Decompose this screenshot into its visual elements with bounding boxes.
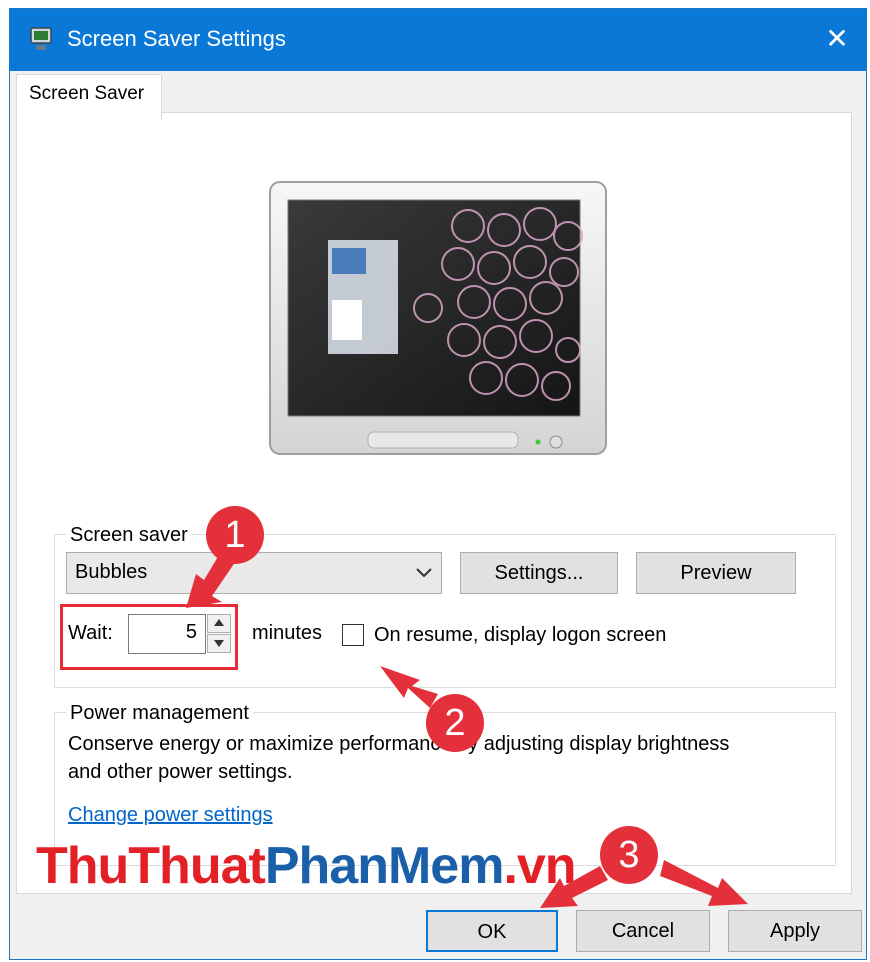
preview-button[interactable]: Preview [636, 552, 796, 594]
wait-minutes-input[interactable]: 5 [128, 614, 206, 654]
settings-button[interactable]: Settings... [460, 552, 618, 594]
spin-up-icon [214, 619, 224, 626]
title-bar: Screen Saver Settings ✕ [10, 9, 866, 71]
resume-logon-label[interactable]: On resume, display logon screen [374, 624, 666, 647]
watermark-logo: ThuThuatPhanMem.vn [36, 837, 577, 895]
resume-logon-checkbox[interactable] [342, 624, 364, 646]
screen-saver-dropdown[interactable]: Bubbles [66, 552, 442, 594]
screen-saver-icon [30, 27, 52, 50]
screen-saver-preview-monitor [269, 181, 607, 455]
window-title: Screen Saver Settings [67, 26, 286, 51]
annotation-badge-1: 1 [206, 506, 264, 564]
spin-down-icon [214, 640, 224, 647]
close-icon: ✕ [825, 23, 849, 54]
apply-button[interactable]: Apply [728, 910, 862, 952]
screen-saver-group-label: Screen saver [66, 524, 192, 547]
cancel-button[interactable]: Cancel [576, 910, 710, 952]
wait-label: Wait: [68, 622, 113, 644]
change-power-settings-link[interactable]: Change power settings [68, 804, 273, 827]
spin-up-button[interactable] [207, 614, 231, 633]
close-button[interactable]: ✕ [814, 17, 860, 63]
power-management-group-label: Power management [66, 702, 253, 725]
ok-button[interactable]: OK [426, 910, 558, 952]
annotation-badge-2: 2 [426, 694, 484, 752]
tab-screen-saver[interactable]: Screen Saver [16, 74, 162, 120]
spin-down-button[interactable] [207, 634, 231, 653]
minutes-label: minutes [252, 622, 323, 644]
screen-saver-selected: Bubbles [75, 561, 148, 583]
power-description: Conserve energy or maximize performance … [68, 733, 730, 783]
annotation-badge-3: 3 [600, 826, 658, 884]
chevron-down-icon [416, 568, 432, 578]
